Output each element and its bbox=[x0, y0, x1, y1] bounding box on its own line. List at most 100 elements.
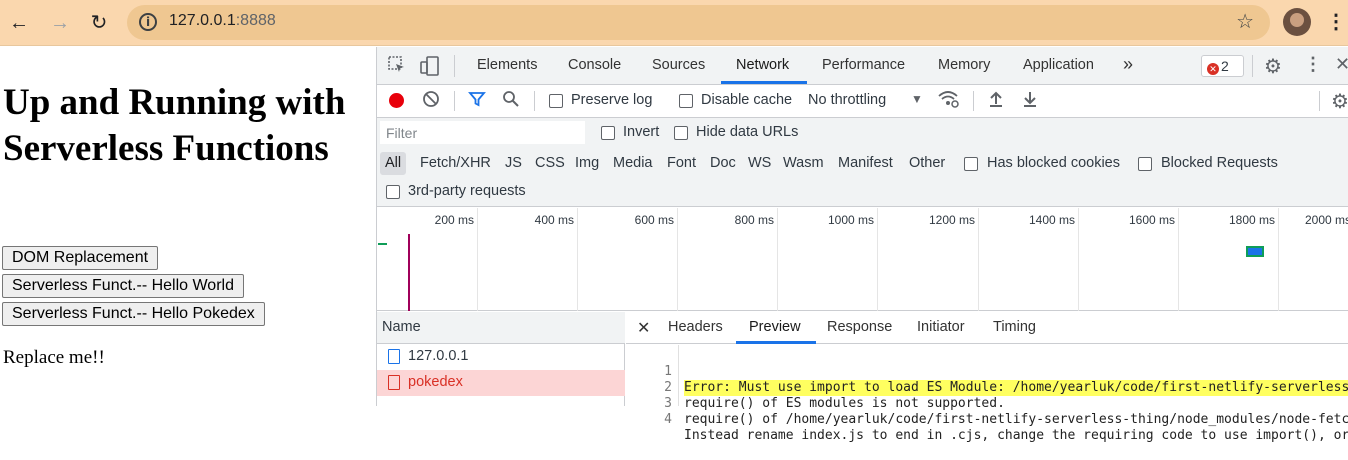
close-detail-icon[interactable]: ✕ bbox=[637, 318, 650, 338]
code-line: 2 require() of ES modules is not support… bbox=[664, 380, 1005, 411]
filter-ws[interactable]: WS bbox=[748, 155, 771, 171]
network-conditions-icon[interactable] bbox=[938, 90, 960, 113]
record-icon[interactable] bbox=[389, 93, 404, 108]
tick-label: 2000 ms bbox=[1305, 213, 1348, 227]
grid-line bbox=[978, 208, 979, 311]
toolbar-separator bbox=[454, 55, 455, 77]
devtools-panel: Elements Console Sources Network Perform… bbox=[376, 47, 1348, 443]
tab-sources[interactable]: Sources bbox=[652, 57, 705, 73]
filter-doc[interactable]: Doc bbox=[710, 155, 736, 171]
filter-css[interactable]: CSS bbox=[535, 155, 565, 171]
filter-all[interactable]: All bbox=[380, 152, 406, 175]
active-tab-indicator bbox=[721, 81, 807, 84]
error-icon: ✕ bbox=[1207, 63, 1219, 75]
export-har-icon[interactable] bbox=[1022, 90, 1038, 113]
invert-checkbox[interactable] bbox=[601, 126, 615, 140]
grid-line bbox=[1278, 208, 1279, 311]
tab-memory[interactable]: Memory bbox=[938, 57, 990, 73]
tab-initiator[interactable]: Initiator bbox=[917, 319, 965, 335]
network-overview-timeline[interactable]: 200 ms 400 ms 600 ms 800 ms 1000 ms 1200… bbox=[377, 208, 1348, 311]
browser-toolbar: ← → ↻ i 127.0.0.1:8888 ☆ ⋮ bbox=[0, 0, 1348, 46]
filter-input[interactable]: Filter bbox=[380, 121, 585, 144]
tab-network[interactable]: Network bbox=[736, 57, 789, 73]
request-list-header[interactable]: Name bbox=[377, 312, 625, 344]
inspect-element-icon[interactable] bbox=[388, 56, 406, 79]
tick-label: 600 ms bbox=[634, 213, 674, 227]
filter-bar: Filter Invert Hide data URLs bbox=[377, 118, 1348, 148]
code-line: 1 Error: Must use import to load ES Modu… bbox=[626, 348, 1348, 396]
throttling-select[interactable]: No throttling bbox=[808, 92, 886, 108]
code-line: 4 Instead rename index.js to end in .cjs… bbox=[664, 412, 1348, 443]
preview-code[interactable]: 1 Error: Must use import to load ES Modu… bbox=[626, 345, 1348, 443]
browser-menu-icon[interactable]: ⋮ bbox=[1326, 9, 1346, 34]
request-row[interactable]: 127.0.0.1 bbox=[377, 344, 625, 370]
bookmark-star-icon[interactable]: ☆ bbox=[1236, 9, 1254, 34]
invert-label: Invert bbox=[623, 124, 660, 140]
tab-timing[interactable]: Timing bbox=[993, 319, 1036, 335]
tab-application[interactable]: Application bbox=[1023, 57, 1094, 73]
tab-console[interactable]: Console bbox=[568, 57, 621, 73]
blocked-requests-label: Blocked Requests bbox=[1161, 155, 1278, 171]
grid-line bbox=[877, 208, 878, 311]
device-toolbar-icon[interactable] bbox=[420, 56, 440, 81]
profile-avatar[interactable] bbox=[1283, 8, 1311, 36]
tick-label: 400 ms bbox=[534, 213, 574, 227]
devtools-tabbar: Elements Console Sources Network Perform… bbox=[377, 47, 1348, 85]
request-row-selected[interactable]: pokedex bbox=[377, 370, 625, 396]
forward-arrow-icon[interactable]: → bbox=[47, 10, 73, 36]
back-arrow-icon[interactable]: ← bbox=[6, 10, 32, 36]
clear-icon[interactable] bbox=[422, 90, 440, 113]
dropdown-arrow-icon[interactable]: ▼ bbox=[911, 92, 923, 106]
grid-line bbox=[577, 208, 578, 311]
settings-gear-icon[interactable]: ⚙ bbox=[1264, 54, 1282, 79]
tab-headers[interactable]: Headers bbox=[668, 319, 723, 335]
dom-replacement-button[interactable]: DOM Replacement bbox=[2, 246, 159, 270]
load-event-marker bbox=[408, 234, 410, 311]
filter-img[interactable]: Img bbox=[575, 155, 599, 171]
import-har-icon[interactable] bbox=[988, 90, 1004, 113]
toolbar-separator bbox=[1319, 91, 1320, 111]
tab-performance[interactable]: Performance bbox=[822, 57, 905, 73]
filter-fetch-xhr[interactable]: Fetch/XHR bbox=[420, 155, 491, 171]
third-party-row: 3rd-party requests bbox=[377, 179, 1348, 207]
filter-wasm[interactable]: Wasm bbox=[783, 155, 824, 171]
preserve-log-label: Preserve log bbox=[571, 92, 653, 108]
third-party-checkbox[interactable] bbox=[386, 185, 400, 199]
hello-pokedex-button[interactable]: Serverless Funct.-- Hello Pokedex bbox=[2, 302, 265, 326]
tab-response[interactable]: Response bbox=[827, 319, 892, 335]
more-tabs-icon[interactable]: » bbox=[1123, 54, 1133, 75]
filter-font[interactable]: Font bbox=[667, 155, 696, 171]
has-blocked-cookies-checkbox[interactable] bbox=[964, 157, 978, 171]
tab-elements[interactable]: Elements bbox=[477, 57, 537, 73]
disable-cache-label: Disable cache bbox=[701, 92, 793, 108]
search-icon[interactable] bbox=[502, 90, 520, 113]
hide-data-urls-checkbox[interactable] bbox=[674, 126, 688, 140]
grid-line bbox=[777, 208, 778, 311]
disable-cache-checkbox[interactable] bbox=[679, 94, 693, 108]
filter-js[interactable]: JS bbox=[505, 155, 522, 171]
tab-preview[interactable]: Preview bbox=[749, 319, 801, 335]
preserve-log-checkbox[interactable] bbox=[549, 94, 563, 108]
site-info-icon[interactable]: i bbox=[139, 13, 157, 31]
url-text[interactable]: 127.0.0.1:8888 bbox=[169, 12, 276, 30]
tick-label: 1000 ms bbox=[827, 213, 874, 227]
grid-line bbox=[1178, 208, 1179, 311]
filter-media[interactable]: Media bbox=[613, 155, 653, 171]
reload-icon[interactable]: ↻ bbox=[86, 10, 112, 36]
tick-label: 1400 ms bbox=[1028, 213, 1075, 227]
error-count-badge[interactable]: ✕ 2 bbox=[1201, 55, 1244, 77]
page-content: Up and Running with Serverless Functions… bbox=[0, 47, 376, 406]
address-bar[interactable]: i 127.0.0.1:8888 ☆ bbox=[127, 5, 1270, 40]
code-line: 3 require() of /home/yearluk/code/first-… bbox=[664, 396, 1348, 427]
filter-other[interactable]: Other bbox=[909, 155, 945, 171]
hello-world-button[interactable]: Serverless Funct.-- Hello World bbox=[2, 274, 244, 298]
page-heading: Up and Running with Serverless Functions bbox=[3, 82, 346, 169]
close-devtools-icon[interactable]: ✕ bbox=[1335, 54, 1348, 75]
tick-label: 1600 ms bbox=[1128, 213, 1175, 227]
network-settings-gear-icon[interactable]: ⚙ bbox=[1331, 89, 1348, 114]
output-text: Replace me!! bbox=[3, 347, 105, 368]
devtools-menu-icon[interactable]: ⋮ bbox=[1304, 54, 1322, 75]
blocked-requests-checkbox[interactable] bbox=[1138, 157, 1152, 171]
filter-manifest[interactable]: Manifest bbox=[838, 155, 893, 171]
filter-icon[interactable] bbox=[468, 90, 486, 113]
